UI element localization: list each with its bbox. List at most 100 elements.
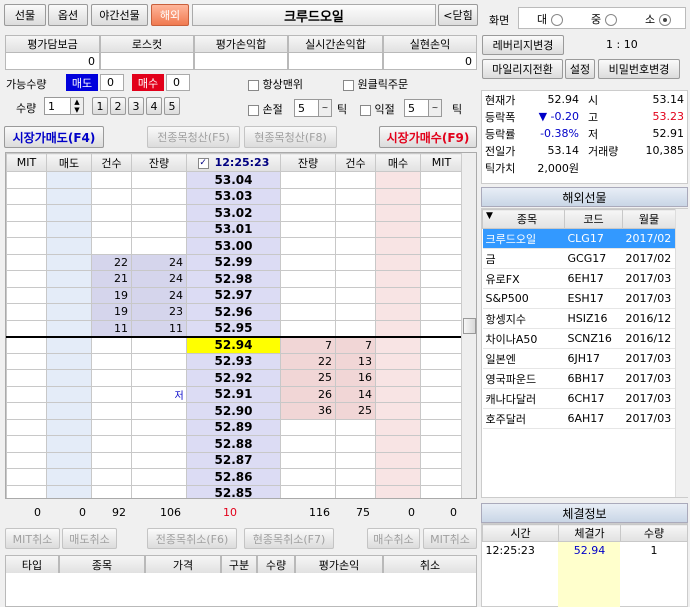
book-mit-buy[interactable]: [420, 237, 463, 255]
cancel-button-1[interactable]: 매도취소: [62, 528, 117, 549]
book-buy-cell[interactable]: [375, 402, 421, 420]
book-buy-cell[interactable]: [375, 237, 421, 255]
book-mit-buy[interactable]: [420, 402, 463, 420]
book-mit-sell[interactable]: [6, 286, 47, 304]
chevron-down-icon[interactable]: ~: [428, 100, 441, 116]
radio-icon[interactable]: [551, 14, 564, 26]
book-sell-count[interactable]: 19: [91, 303, 132, 321]
book-sell-qty[interactable]: [131, 468, 187, 486]
qty-preset-1[interactable]: 1: [92, 97, 108, 115]
qty-preset-4[interactable]: 4: [146, 97, 162, 115]
cancel-button-5[interactable]: MIT취소: [423, 528, 477, 549]
book-price[interactable]: 52.95: [186, 319, 281, 337]
book-sell-count[interactable]: [91, 352, 132, 370]
book-price[interactable]: 저 52.91: [175, 385, 281, 403]
book-buy-qty[interactable]: 25: [280, 369, 336, 387]
mileage-convert-button[interactable]: 마일리지전환: [482, 59, 563, 79]
book-buy-cell[interactable]: [375, 352, 421, 370]
book-buy-cell[interactable]: [375, 468, 421, 486]
book-buy-qty[interactable]: [280, 435, 336, 453]
book-sell-cell[interactable]: [46, 468, 92, 486]
checkbox-box[interactable]: [343, 79, 354, 91]
book-sell-cell[interactable]: [46, 435, 92, 453]
book-buy-cell[interactable]: [375, 270, 421, 288]
book-buy-qty[interactable]: [280, 171, 336, 189]
book-price[interactable]: 53.03: [186, 187, 281, 205]
book-buy-count[interactable]: [335, 171, 376, 189]
book-buy-qty[interactable]: [280, 484, 336, 498]
book-sell-count[interactable]: [91, 220, 132, 238]
book-sell-qty[interactable]: [131, 435, 187, 453]
book-sell-cell[interactable]: [46, 253, 92, 271]
book-sell-count[interactable]: [91, 187, 132, 205]
book-mit-buy[interactable]: [420, 385, 463, 403]
book-sell-count[interactable]: 11: [91, 319, 132, 337]
book-buy-count[interactable]: [335, 484, 376, 498]
book-sell-qty[interactable]: [131, 335, 187, 354]
settings-button[interactable]: 설정: [565, 59, 595, 79]
book-sell-count[interactable]: [91, 171, 132, 189]
book-mit-buy[interactable]: [420, 253, 463, 271]
tab-2[interactable]: 야간선물: [91, 4, 148, 26]
book-buy-qty[interactable]: [280, 418, 336, 436]
book-price[interactable]: 52.90: [186, 402, 281, 420]
futures-row[interactable]: 유로FX 6EH17 2017/03: [482, 268, 676, 289]
book-mit-sell[interactable]: [6, 220, 47, 238]
book-sell-cell[interactable]: [46, 369, 92, 387]
book-price[interactable]: 52.85: [186, 484, 281, 498]
book-sell-count[interactable]: 19: [91, 286, 132, 304]
book-buy-qty[interactable]: [280, 451, 336, 469]
book-sell-qty[interactable]: [131, 171, 187, 189]
screen-size-option-1[interactable]: 중: [591, 11, 618, 27]
cancel-button-2[interactable]: 전종목취소(F6): [147, 528, 237, 549]
book-buy-qty[interactable]: [280, 220, 336, 238]
tab-1[interactable]: 옵션: [48, 4, 88, 26]
book-price[interactable]: 53.00: [186, 237, 281, 255]
book-buy-qty[interactable]: [280, 319, 336, 337]
book-buy-count[interactable]: [335, 286, 376, 304]
book-sell-cell[interactable]: [46, 484, 92, 498]
book-sell-cell[interactable]: [46, 418, 92, 436]
one-click-checkbox[interactable]: 원클릭주문: [343, 76, 408, 92]
book-mit-buy[interactable]: [420, 303, 463, 321]
book-buy-cell[interactable]: [375, 303, 421, 321]
book-mit-buy[interactable]: [420, 418, 463, 436]
book-price[interactable]: 52.88: [186, 435, 281, 453]
book-sell-cell[interactable]: [46, 402, 92, 420]
book-price[interactable]: 52.97: [186, 286, 281, 304]
book-sell-qty[interactable]: [131, 418, 187, 436]
book-sell-cell[interactable]: [46, 286, 92, 304]
leverage-change-button[interactable]: 레버리지변경: [482, 35, 564, 55]
close-current-button[interactable]: 현종목청산(F8): [244, 126, 337, 148]
book-sell-count[interactable]: 22: [91, 253, 132, 271]
book-sell-count[interactable]: [91, 484, 132, 498]
book-buy-cell[interactable]: [375, 319, 421, 337]
futures-row[interactable]: 항셍지수 HSIZ16 2016/12: [482, 308, 676, 329]
book-mit-buy[interactable]: [420, 369, 463, 387]
book-sell-qty[interactable]: [131, 402, 187, 420]
book-mit-buy[interactable]: [420, 204, 463, 222]
book-buy-cell[interactable]: [375, 435, 421, 453]
scroll-thumb[interactable]: [463, 318, 476, 334]
book-buy-cell[interactable]: [375, 335, 421, 354]
book-buy-qty[interactable]: 7: [280, 335, 336, 354]
book-sell-cell[interactable]: [46, 187, 92, 205]
book-sell-count[interactable]: [91, 451, 132, 469]
book-sell-count[interactable]: [91, 385, 132, 403]
book-mit-buy[interactable]: [420, 187, 463, 205]
book-sell-qty[interactable]: [131, 187, 187, 205]
book-mit-sell[interactable]: [6, 418, 47, 436]
book-buy-count[interactable]: 14: [335, 385, 376, 403]
password-change-button[interactable]: 비밀번호변경: [598, 59, 680, 79]
book-sell-count[interactable]: [91, 402, 132, 420]
book-mit-sell[interactable]: [6, 435, 47, 453]
book-sell-qty[interactable]: [131, 237, 187, 255]
futures-scrollbar[interactable]: [675, 209, 688, 497]
book-price[interactable]: 52.87: [186, 451, 281, 469]
book-sell-cell[interactable]: [46, 451, 92, 469]
book-buy-count[interactable]: 13: [335, 352, 376, 370]
book-buy-qty[interactable]: 36: [280, 402, 336, 420]
book-buy-qty[interactable]: [280, 237, 336, 255]
book-mit-sell[interactable]: [6, 253, 47, 271]
screen-size-option-2[interactable]: 소: [645, 11, 672, 27]
